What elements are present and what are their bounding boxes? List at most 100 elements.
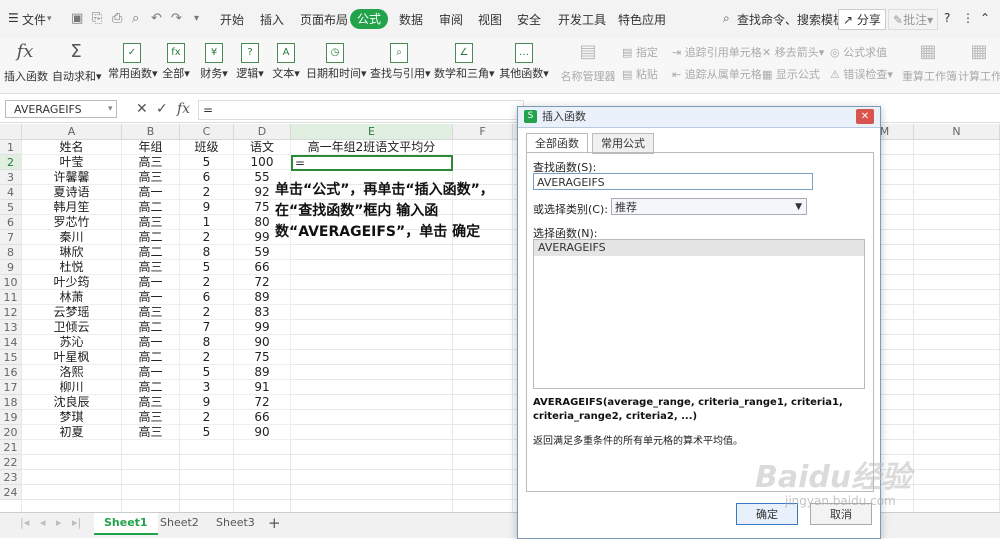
tab-page-layout[interactable]: 页面布局 bbox=[300, 11, 348, 28]
file-menu[interactable]: 文件 bbox=[22, 11, 46, 28]
hamburger-icon[interactable]: ☰ bbox=[8, 11, 19, 25]
row-header-11[interactable]: 11 bbox=[0, 290, 22, 305]
column-header-f[interactable]: F bbox=[453, 124, 513, 140]
print-icon[interactable]: ⎙ bbox=[112, 11, 122, 26]
table-cell[interactable]: 75 bbox=[234, 350, 291, 365]
sheet-tab-1[interactable]: Sheet1 bbox=[94, 513, 158, 535]
table-cell[interactable]: 6 bbox=[180, 170, 234, 185]
tab-formula[interactable]: 公式 bbox=[350, 9, 388, 29]
row-header-17[interactable]: 17 bbox=[0, 380, 22, 395]
table-cell[interactable]: 89 bbox=[234, 290, 291, 305]
all-functions-button[interactable]: fx 全部▾ bbox=[160, 38, 192, 93]
table-cell[interactable]: 66 bbox=[234, 260, 291, 275]
name-box[interactable]: AVERAGEIFS bbox=[5, 100, 117, 118]
table-cell[interactable]: 高三 bbox=[122, 215, 180, 230]
table-cell[interactable]: 2 bbox=[180, 350, 234, 365]
table-cell[interactable]: 高一 bbox=[122, 185, 180, 200]
help-icon[interactable]: ? bbox=[944, 11, 950, 25]
table-cell[interactable]: 高二 bbox=[122, 230, 180, 245]
list-item[interactable]: AVERAGEIFS bbox=[534, 240, 864, 256]
table-cell[interactable]: 高二 bbox=[122, 380, 180, 395]
table-cell[interactable]: 5 bbox=[180, 425, 234, 440]
table-cell[interactable]: 叶少筠 bbox=[22, 275, 122, 290]
row-header-16[interactable]: 16 bbox=[0, 365, 22, 380]
tab-start[interactable]: 开始 bbox=[220, 11, 244, 28]
row-header-6[interactable]: 6 bbox=[0, 215, 22, 230]
row-header-3[interactable]: 3 bbox=[0, 170, 22, 185]
table-cell[interactable]: 89 bbox=[234, 365, 291, 380]
table-cell[interactable]: 许馨馨 bbox=[22, 170, 122, 185]
column-header-c[interactable]: C bbox=[180, 124, 234, 140]
table-cell[interactable]: 3 bbox=[180, 380, 234, 395]
table-cell[interactable]: 高三 bbox=[122, 410, 180, 425]
confirm-icon[interactable]: ✓ bbox=[156, 101, 168, 117]
table-cell[interactable]: 5 bbox=[180, 365, 234, 380]
column-header-d[interactable]: D bbox=[234, 124, 291, 140]
table-cell[interactable]: 韩月笙 bbox=[22, 200, 122, 215]
row-header-12[interactable]: 12 bbox=[0, 305, 22, 320]
other-functions-button[interactable]: … 其他函数▾ bbox=[498, 38, 550, 93]
table-cell[interactable]: 高二 bbox=[122, 200, 180, 215]
table-cell[interactable]: 杜悦 bbox=[22, 260, 122, 275]
header-cell[interactable]: 高一年组2班语文平均分 bbox=[291, 140, 453, 155]
table-cell[interactable]: 1 bbox=[180, 215, 234, 230]
lookup-button[interactable]: ⌕ 查找与引用▾ bbox=[370, 38, 431, 93]
table-cell[interactable]: 高一 bbox=[122, 275, 180, 290]
table-cell[interactable]: 99 bbox=[234, 320, 291, 335]
datetime-button[interactable]: ◷ 日期和时间▾ bbox=[306, 38, 367, 93]
header-cell[interactable]: 班级 bbox=[180, 140, 234, 155]
show-formulas-button[interactable]: ▦ 显示公式 bbox=[762, 66, 820, 82]
share-button[interactable]: ↗ 分享 bbox=[838, 9, 886, 30]
column-header-n[interactable]: N bbox=[914, 124, 1000, 140]
finance-button[interactable]: ¥ 财务▾ bbox=[198, 38, 230, 93]
table-cell[interactable]: 2 bbox=[180, 305, 234, 320]
table-cell[interactable]: 琳欣 bbox=[22, 245, 122, 260]
table-cell[interactable]: 8 bbox=[180, 335, 234, 350]
fx-formula-icon[interactable]: fx bbox=[177, 101, 190, 117]
function-list[interactable]: AVERAGEIFS bbox=[533, 239, 865, 389]
table-cell[interactable]: 柳川 bbox=[22, 380, 122, 395]
table-cell[interactable]: 高三 bbox=[122, 395, 180, 410]
header-cell[interactable]: 语文 bbox=[234, 140, 291, 155]
math-button[interactable]: ∠ 数学和三角▾ bbox=[434, 38, 495, 93]
table-cell[interactable]: 2 bbox=[180, 275, 234, 290]
error-check-button[interactable]: ⚠ 错误检查▾ bbox=[830, 66, 893, 82]
table-cell[interactable]: 夏诗语 bbox=[22, 185, 122, 200]
formula-input[interactable]: = bbox=[198, 100, 524, 120]
name-manager-button[interactable]: ▤ 名称管理器 bbox=[560, 38, 616, 93]
calc-sheet-button[interactable]: ▦ 计算工作 bbox=[958, 38, 1000, 93]
table-cell[interactable]: 苏沁 bbox=[22, 335, 122, 350]
table-cell[interactable]: 沈良辰 bbox=[22, 395, 122, 410]
logic-button[interactable]: ? 逻辑▾ bbox=[234, 38, 266, 93]
row-header-9[interactable]: 9 bbox=[0, 260, 22, 275]
active-cell[interactable]: = bbox=[291, 155, 453, 171]
tab-security[interactable]: 安全 bbox=[517, 11, 541, 28]
redo-icon[interactable]: ↷ bbox=[171, 11, 182, 26]
tab-developer[interactable]: 开发工具 bbox=[558, 11, 606, 28]
table-cell[interactable]: 72 bbox=[234, 275, 291, 290]
more-icon[interactable]: ⋮ bbox=[962, 11, 974, 25]
table-cell[interactable]: 9 bbox=[180, 395, 234, 410]
column-header-e[interactable]: E bbox=[291, 124, 453, 140]
tab-all-functions[interactable]: 全部函数 bbox=[526, 133, 588, 154]
insert-function-button[interactable]: fx 插入函数 bbox=[4, 38, 48, 93]
row-header-7[interactable]: 7 bbox=[0, 230, 22, 245]
undo-icon[interactable]: ↶ bbox=[151, 11, 162, 26]
row-header-8[interactable]: 8 bbox=[0, 245, 22, 260]
table-cell[interactable]: 高二 bbox=[122, 350, 180, 365]
table-cell[interactable]: 5 bbox=[180, 155, 234, 170]
table-cell[interactable]: 2 bbox=[180, 230, 234, 245]
table-cell[interactable]: 高三 bbox=[122, 170, 180, 185]
table-cell[interactable]: 秦川 bbox=[22, 230, 122, 245]
tab-special[interactable]: 特色应用 bbox=[618, 11, 666, 28]
table-cell[interactable]: 5 bbox=[180, 260, 234, 275]
table-cell[interactable]: 高三 bbox=[122, 155, 180, 170]
table-cell[interactable]: 初夏 bbox=[22, 425, 122, 440]
collapse-ribbon-icon[interactable]: ⌃ bbox=[980, 11, 990, 25]
close-icon[interactable]: ✕ bbox=[856, 109, 874, 124]
table-cell[interactable]: 100 bbox=[234, 155, 291, 170]
row-header-14[interactable]: 14 bbox=[0, 335, 22, 350]
tab-insert[interactable]: 插入 bbox=[260, 11, 284, 28]
table-cell[interactable]: 洛熙 bbox=[22, 365, 122, 380]
trace-dependents-button[interactable]: ⇤ 追踪从属单元格 bbox=[672, 66, 762, 82]
